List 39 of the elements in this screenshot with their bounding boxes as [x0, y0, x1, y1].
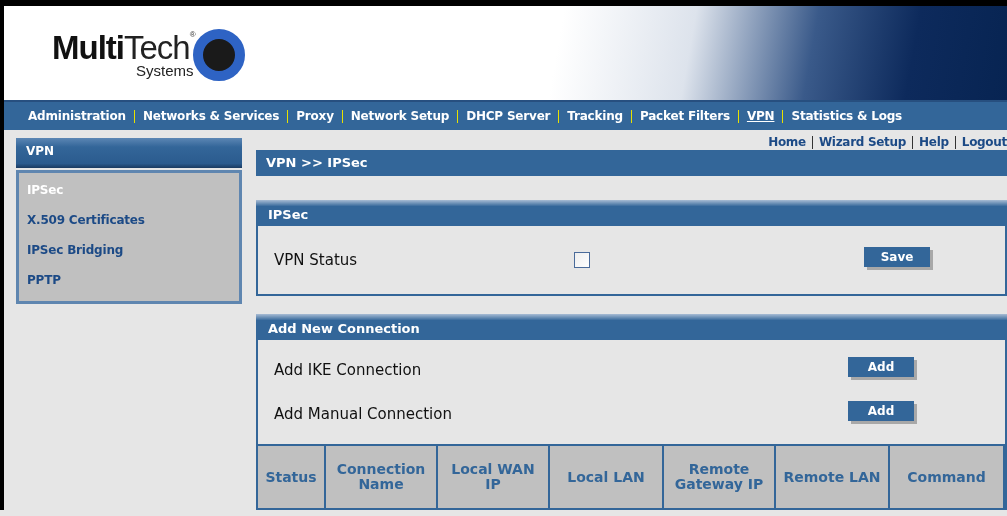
add-button[interactable]: Add — [848, 401, 914, 421]
field-label: Add IKE Connection — [274, 361, 423, 379]
column-header: Local LAN — [550, 446, 664, 508]
logo-text: Tech — [124, 31, 190, 64]
nav-tab[interactable]: DHCP Server — [466, 109, 551, 123]
trademark-mark: ® — [189, 31, 196, 39]
column-header: Local WAN IP — [438, 446, 550, 508]
sidebar-item[interactable]: PPTP — [19, 267, 239, 297]
panel-title: IPSec — [256, 200, 1007, 226]
logo-text: Multi — [52, 31, 124, 64]
nav-tab[interactable]: Statistics & Logs — [791, 109, 903, 123]
top-link[interactable]: Home — [768, 135, 806, 149]
field-label: VPN Status — [274, 251, 359, 269]
sidebar-item[interactable]: X.509 Certificates — [19, 207, 239, 237]
column-header: Command — [890, 446, 1005, 508]
field-label: Add Manual Connection — [274, 405, 453, 423]
nav-tab[interactable]: Administration — [28, 109, 126, 123]
column-header: Status — [258, 446, 326, 508]
nav-tab[interactable]: Packet Filters — [639, 109, 730, 123]
column-header: Remote Gateway IP — [664, 446, 776, 508]
top-link[interactable]: Wizard Setup — [818, 135, 907, 149]
sidebar-title: VPN — [16, 138, 242, 168]
top-link[interactable]: Help — [919, 135, 949, 149]
add-button[interactable]: Add — [848, 357, 914, 377]
nav-tab[interactable]: Networks & Services — [142, 109, 280, 123]
nav-tab[interactable]: Proxy — [296, 109, 334, 123]
nav-tab[interactable]: Tracking — [567, 109, 623, 123]
ring-logo-icon — [191, 28, 246, 82]
panel-title: Add New Connection — [256, 314, 1007, 340]
top-link[interactable]: Logout — [961, 135, 1007, 149]
column-header: Remote LAN — [776, 446, 890, 508]
save-button[interactable]: Save — [864, 247, 930, 267]
logo-subtitle: Systems — [136, 62, 194, 79]
sidebar-item[interactable]: IPSec Bridging — [19, 237, 239, 267]
checkbox[interactable] — [574, 252, 590, 268]
column-header: Connection Name — [326, 446, 438, 508]
nav-tab[interactable]: Network Setup — [350, 109, 450, 123]
nav-tab[interactable]: VPN — [746, 109, 775, 123]
breadcrumb-bar: VPN >> IPSec — [256, 150, 1007, 176]
